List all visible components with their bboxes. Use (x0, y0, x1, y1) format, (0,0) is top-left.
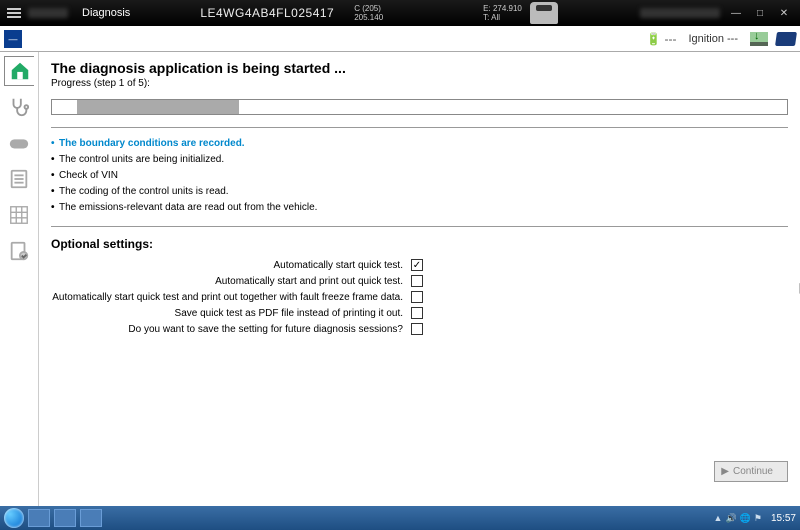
sidebar-grid-icon[interactable] (4, 200, 34, 230)
home-button[interactable]: — (4, 30, 22, 48)
option-label: Save quick test as PDF file instead of p… (51, 308, 411, 319)
taskbar-app-button[interactable] (54, 509, 76, 527)
continue-label: Continue (733, 466, 773, 477)
page-heading: The diagnosis application is being start… (51, 60, 788, 76)
toolbar: — 🔋 --- Ignition --- (0, 26, 800, 52)
sidebar-document-tool-icon[interactable] (4, 236, 34, 266)
titlebar: Diagnosis LE4WG4AB4FL025417 C (205) 205.… (0, 0, 800, 26)
option-checkbox[interactable] (411, 291, 423, 303)
sidebar-stethoscope-icon[interactable] (4, 92, 34, 122)
battery-status: 🔋 --- (646, 32, 676, 46)
hamburger-icon[interactable] (4, 5, 24, 21)
option-checkbox[interactable] (411, 275, 423, 287)
vehicle-col-1: C (205) 205.140 (354, 4, 383, 22)
ignition-status: Ignition --- (684, 31, 742, 47)
manual-icon[interactable] (775, 32, 797, 46)
trans-code: T: All (483, 13, 522, 22)
option-row: Automatically start quick test. ✓ (51, 259, 788, 271)
system-tray: ▲ 🔊 🌐 ⚑ 15:57 (714, 513, 796, 524)
option-checkbox[interactable]: ✓ (411, 259, 423, 271)
option-label: Do you want to save the setting for futu… (51, 324, 411, 335)
optional-heading: Optional settings: (51, 237, 788, 251)
close-button[interactable]: ✕ (772, 8, 796, 19)
model-code: C (205) (354, 4, 383, 13)
footer-buttons: ▶ Continue (714, 461, 788, 482)
step-item: The control units are being initialized. (51, 152, 788, 168)
content-panel: The diagnosis application is being start… (38, 52, 800, 506)
step-item: The coding of the control units is read. (51, 184, 788, 200)
maximize-button[interactable]: □ (748, 8, 772, 19)
continue-button[interactable]: ▶ Continue (714, 461, 788, 482)
progress-label: Progress (step 1 of 5): (51, 78, 788, 89)
sidebar (0, 52, 38, 506)
option-row: Automatically start quick test and print… (51, 291, 788, 303)
step-item: The emissions-relevant data are read out… (51, 200, 788, 216)
robot-icon (530, 2, 558, 24)
taskbar: ▲ 🔊 🌐 ⚑ 15:57 (0, 506, 800, 530)
option-row: Save quick test as PDF file instead of p… (51, 307, 788, 319)
taskbar-app-button[interactable] (28, 509, 50, 527)
step-item: The boundary conditions are recorded. (51, 136, 788, 152)
progress-bar (51, 99, 788, 115)
start-button[interactable] (4, 508, 24, 528)
vehicle-col-2: E: 274.910 T: All (483, 4, 522, 22)
divider (51, 127, 788, 128)
progress-fill (77, 100, 239, 114)
step-item: Check of VIN (51, 168, 788, 184)
tray-icon[interactable]: 🔊 (725, 513, 736, 524)
play-icon: ▶ (721, 466, 729, 477)
minimize-button[interactable]: — (724, 8, 748, 19)
step-list: The boundary conditions are recorded. Th… (51, 136, 788, 216)
option-checkbox[interactable] (411, 323, 423, 335)
clock[interactable]: 15:57 (771, 513, 796, 524)
sidebar-controller-icon[interactable] (4, 128, 34, 158)
option-label: Automatically start quick test. (51, 260, 411, 271)
vin-label: LE4WG4AB4FL025417 (200, 6, 334, 20)
blurred-region-2 (640, 8, 720, 18)
option-checkbox[interactable] (411, 307, 423, 319)
app-name: Diagnosis (82, 7, 130, 19)
main-area: The diagnosis application is being start… (0, 52, 800, 506)
tray-icon[interactable]: 🌐 (740, 513, 751, 524)
download-icon[interactable] (750, 32, 768, 46)
divider (51, 226, 788, 227)
engine-code: E: 274.910 (483, 4, 522, 13)
model-sub: 205.140 (354, 13, 383, 22)
option-row: Automatically start and print out quick … (51, 275, 788, 287)
tray-icon[interactable]: ⚑ (754, 513, 762, 524)
blurred-region (28, 8, 68, 18)
sidebar-list-icon[interactable] (4, 164, 34, 194)
option-label: Automatically start quick test and print… (51, 292, 411, 303)
tray-icon[interactable]: ▲ (714, 513, 723, 523)
taskbar-app-button[interactable] (80, 509, 102, 527)
sidebar-home-icon[interactable] (4, 56, 34, 86)
option-row: Do you want to save the setting for futu… (51, 323, 788, 335)
option-label: Automatically start and print out quick … (51, 276, 411, 287)
